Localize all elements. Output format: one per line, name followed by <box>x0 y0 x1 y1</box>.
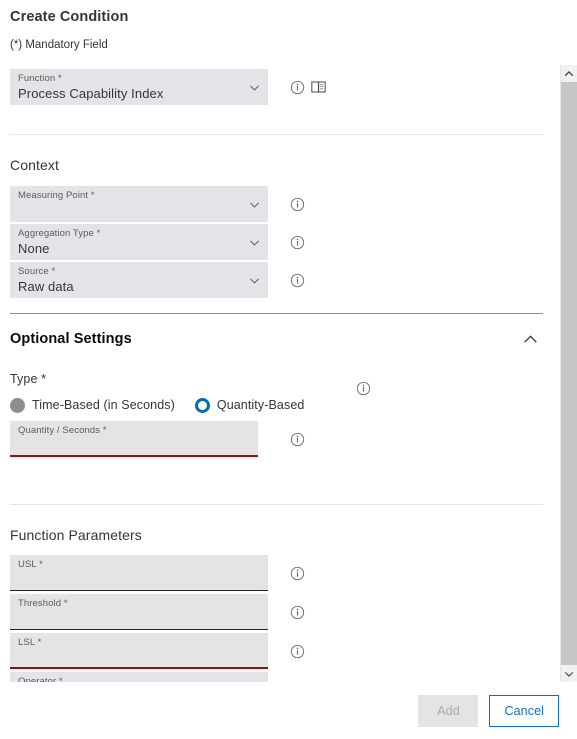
usl-label: USL * <box>18 559 43 570</box>
divider-before-function-parameters <box>10 504 543 505</box>
optional-settings-title: Optional Settings <box>10 331 132 347</box>
dialog-footer: Add Cancel <box>0 682 577 739</box>
info-icon[interactable] <box>290 273 305 288</box>
chevron-down-icon[interactable] <box>247 80 261 94</box>
quantity-seconds-row: Quantity / Seconds * <box>10 421 543 457</box>
function-value: Process Capability Index <box>18 86 164 101</box>
measuring-point-row: Measuring Point * <box>10 186 543 222</box>
radio-unselected-icon <box>10 397 25 413</box>
threshold-input[interactable]: Threshold * <box>10 594 268 630</box>
radio-quantity-based-label: Quantity-Based <box>216 398 305 412</box>
context-section-title: Context <box>10 157 59 173</box>
chevron-down-icon[interactable] <box>247 273 261 287</box>
lsl-label: LSL * <box>18 637 42 648</box>
scrollbar-thumb[interactable] <box>561 82 577 665</box>
source-select[interactable]: Source * Raw data <box>10 262 268 298</box>
chevron-down-icon[interactable] <box>247 235 261 249</box>
threshold-label: Threshold * <box>18 598 68 609</box>
optional-settings-header[interactable]: Optional Settings <box>10 328 543 350</box>
aggregation-type-label: Aggregation Type * <box>18 228 101 239</box>
measuring-point-select[interactable]: Measuring Point * <box>10 186 268 222</box>
info-icon[interactable] <box>290 80 305 95</box>
threshold-row: Threshold * <box>10 594 543 630</box>
info-icon[interactable] <box>290 197 305 212</box>
quantity-seconds-label: Quantity / Seconds * <box>18 425 107 436</box>
create-condition-dialog: Create Condition (*) Mandatory Field Fun… <box>0 0 577 739</box>
usl-input[interactable]: USL * <box>10 555 268 591</box>
book-icon[interactable] <box>311 80 326 95</box>
function-label: Function * <box>18 73 62 84</box>
lsl-input[interactable]: LSL * <box>10 633 268 669</box>
lsl-row: LSL * <box>10 633 543 669</box>
source-row: Source * Raw data <box>10 262 543 298</box>
scroll-down-button[interactable] <box>561 665 577 682</box>
type-radio-group: Time-Based (in Seconds) Quantity-Based <box>10 381 543 413</box>
dialog-header: Create Condition (*) Mandatory Field <box>0 0 577 52</box>
vertical-scrollbar[interactable] <box>560 65 577 682</box>
function-select[interactable]: Function * Process Capability Index <box>10 69 268 105</box>
aggregation-type-row: Aggregation Type * None <box>10 224 543 260</box>
chevron-down-icon[interactable] <box>247 197 261 211</box>
form-content: Function * Process Capability Index Cont… <box>0 65 553 682</box>
function-row: Function * Process Capability Index <box>10 69 543 105</box>
function-parameters-title: Function Parameters <box>10 527 142 543</box>
scroll-up-button[interactable] <box>561 65 577 82</box>
radio-time-based[interactable]: Time-Based (in Seconds) <box>10 397 175 413</box>
info-icon[interactable] <box>290 566 305 581</box>
add-button[interactable]: Add <box>418 694 479 727</box>
operator-select[interactable]: Operator * < <box>10 672 268 682</box>
aggregation-type-select[interactable]: Aggregation Type * None <box>10 224 268 260</box>
info-icon[interactable] <box>290 605 305 620</box>
radio-selected-icon <box>194 397 210 413</box>
mandatory-field-note: (*) Mandatory Field <box>10 39 108 51</box>
page-title: Create Condition <box>10 9 129 25</box>
source-value: Raw data <box>18 279 74 294</box>
divider-after-function <box>10 134 543 135</box>
quantity-seconds-input[interactable]: Quantity / Seconds * <box>10 421 258 457</box>
source-label: Source * <box>18 266 56 277</box>
usl-row: USL * <box>10 555 543 591</box>
operator-row: Operator * < <box>10 672 543 682</box>
chevron-up-icon[interactable] <box>519 328 541 350</box>
type-label: Type * <box>10 372 47 386</box>
radio-quantity-based[interactable]: Quantity-Based <box>194 397 305 413</box>
measuring-point-label: Measuring Point * <box>18 190 95 201</box>
info-icon[interactable] <box>290 644 305 659</box>
scroll-area: Function * Process Capability Index Cont… <box>0 65 577 682</box>
aggregation-type-value: None <box>18 241 50 256</box>
info-icon[interactable] <box>290 432 305 447</box>
info-icon[interactable] <box>356 381 371 396</box>
cancel-button[interactable]: Cancel <box>489 694 559 727</box>
info-icon[interactable] <box>290 235 305 250</box>
radio-time-based-label: Time-Based (in Seconds) <box>32 398 175 412</box>
divider-before-optional-settings <box>10 313 543 314</box>
